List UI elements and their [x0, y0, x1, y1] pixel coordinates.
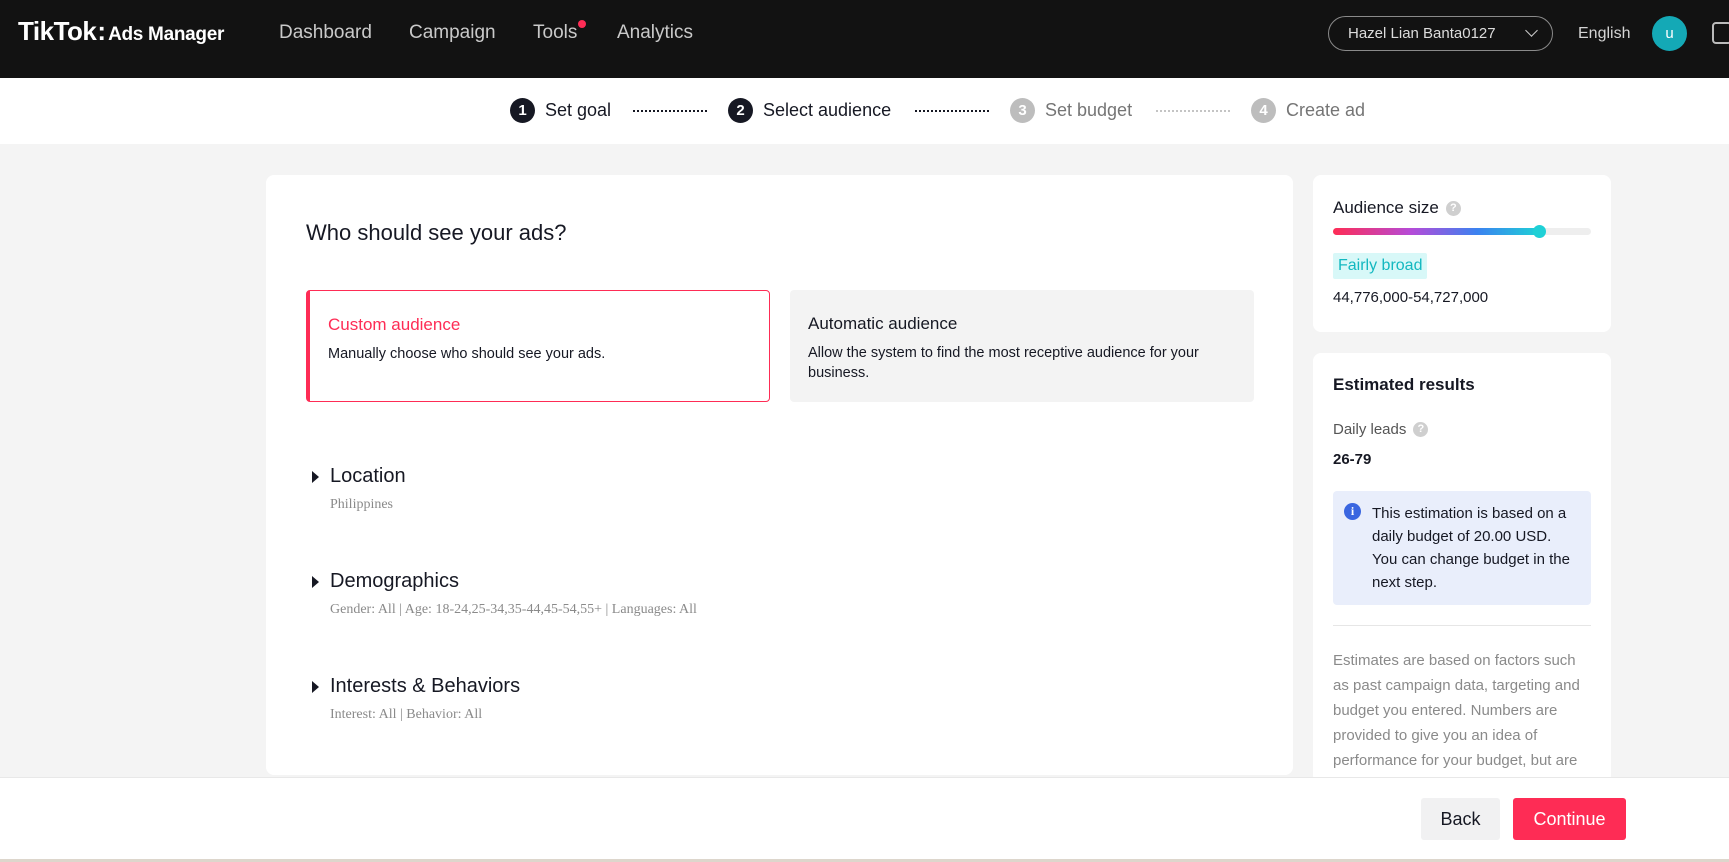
automatic-audience-option[interactable]: Automatic audience Allow the system to f…	[790, 290, 1254, 402]
budget-info-box: i This estimation is based on a daily bu…	[1333, 491, 1591, 605]
top-nav-bar: TikTok: Ads Manager Dashboard Campaign To…	[0, 0, 1729, 78]
audience-size-card: Audience size ? Fairly broad 44,776,000-…	[1313, 175, 1611, 332]
progress-stepper: 1 Set goal 2 Select audience 3 Set budge…	[0, 78, 1729, 144]
step-number: 3	[1010, 98, 1035, 123]
tiktok-ads-manager-logo[interactable]: TikTok: Ads Manager	[18, 16, 224, 47]
audience-card: Who should see your ads? Custom audience…	[266, 175, 1293, 775]
step-number: 2	[728, 98, 753, 123]
language-selector[interactable]: English	[1578, 25, 1630, 43]
bottom-action-bar: Back Continue	[0, 777, 1729, 862]
briefcase-icon[interactable]	[1712, 22, 1729, 44]
section-summary: Gender: All | Age: 18-24,25-34,35-44,45-…	[330, 602, 697, 617]
audience-size-range: 44,776,000-54,727,000	[1333, 289, 1489, 306]
chevron-down-icon	[1525, 24, 1538, 37]
audience-size-fill	[1333, 228, 1540, 235]
step-label: Create ad	[1286, 100, 1366, 120]
audience-size-meter	[1333, 225, 1591, 238]
step-set-goal[interactable]: 1 Set goal	[510, 98, 611, 123]
back-button[interactable]: Back	[1421, 798, 1500, 840]
step-label: Select audience	[763, 100, 892, 120]
daily-leads-heading: Daily leads ?	[1333, 421, 1429, 438]
estimated-results-card: Estimated results Daily leads ? 26-79 i …	[1313, 353, 1611, 783]
logo-colon: :	[97, 16, 107, 46]
continue-button[interactable]: Continue	[1513, 798, 1626, 840]
step-number: 1	[510, 98, 535, 123]
custom-audience-option[interactable]: Custom audience Manually choose who shou…	[306, 290, 770, 402]
audience-size-heading: Audience size ?	[1333, 198, 1461, 218]
avatar[interactable]: u	[1652, 16, 1687, 51]
nav-campaign[interactable]: Campaign	[409, 22, 496, 44]
budget-info-text: This estimation is based on a daily budg…	[1372, 505, 1570, 591]
step-set-budget: 3 Set budget	[1010, 98, 1132, 123]
step-connector	[1156, 110, 1230, 112]
section-summary: Interest: All | Behavior: All	[330, 707, 483, 722]
estimate-disclaimer: Estimates are based on factors such as p…	[1333, 652, 1580, 769]
logo-subtext: Ads Manager	[108, 24, 225, 45]
step-label: Set budget	[1045, 100, 1133, 120]
step-label: Set goal	[545, 100, 612, 120]
daily-leads-label: Daily leads	[1333, 421, 1407, 438]
caret-right-icon	[312, 681, 319, 693]
estimated-results-title: Estimated results	[1333, 375, 1475, 394]
step-number: 4	[1251, 98, 1276, 123]
help-icon[interactable]: ?	[1445, 200, 1461, 216]
caret-right-icon	[312, 576, 319, 588]
section-title: Interests & Behaviors	[330, 675, 521, 697]
account-name: Hazel Lian Banta0127	[1348, 25, 1496, 42]
divider	[1333, 625, 1591, 626]
notification-dot	[578, 20, 587, 28]
section-title: Location	[330, 465, 406, 487]
option-description: Allow the system to find the most recept…	[808, 345, 1199, 381]
section-title: Demographics	[330, 570, 459, 592]
section-summary: Philippines	[330, 497, 394, 512]
nav-analytics[interactable]: Analytics	[617, 22, 693, 44]
daily-leads-value: 26-79	[1333, 451, 1372, 468]
step-select-audience[interactable]: 2 Select audience	[728, 98, 891, 123]
option-description: Manually choose who should see your ads.	[328, 346, 606, 362]
step-connector	[633, 110, 707, 112]
help-icon[interactable]: ?	[1413, 422, 1429, 437]
step-create-ad: 4 Create ad	[1251, 98, 1365, 123]
nav-tools-label: Tools	[533, 22, 578, 43]
caret-right-icon	[312, 471, 319, 483]
option-title: Automatic audience	[808, 314, 958, 333]
nav-dashboard[interactable]: Dashboard	[279, 22, 372, 44]
account-selector[interactable]: Hazel Lian Banta0127	[1328, 16, 1553, 51]
logo-text: TikTok	[18, 16, 97, 46]
nav-tools[interactable]: Tools	[533, 20, 587, 44]
audience-breadth-badge: Fairly broad	[1333, 253, 1428, 279]
option-title: Custom audience	[328, 315, 461, 334]
step-connector	[915, 110, 989, 112]
audience-size-indicator	[1533, 225, 1547, 238]
audience-size-label: Audience size	[1333, 198, 1439, 217]
page-title: Who should see your ads?	[306, 220, 567, 245]
info-icon: i	[1344, 503, 1361, 520]
